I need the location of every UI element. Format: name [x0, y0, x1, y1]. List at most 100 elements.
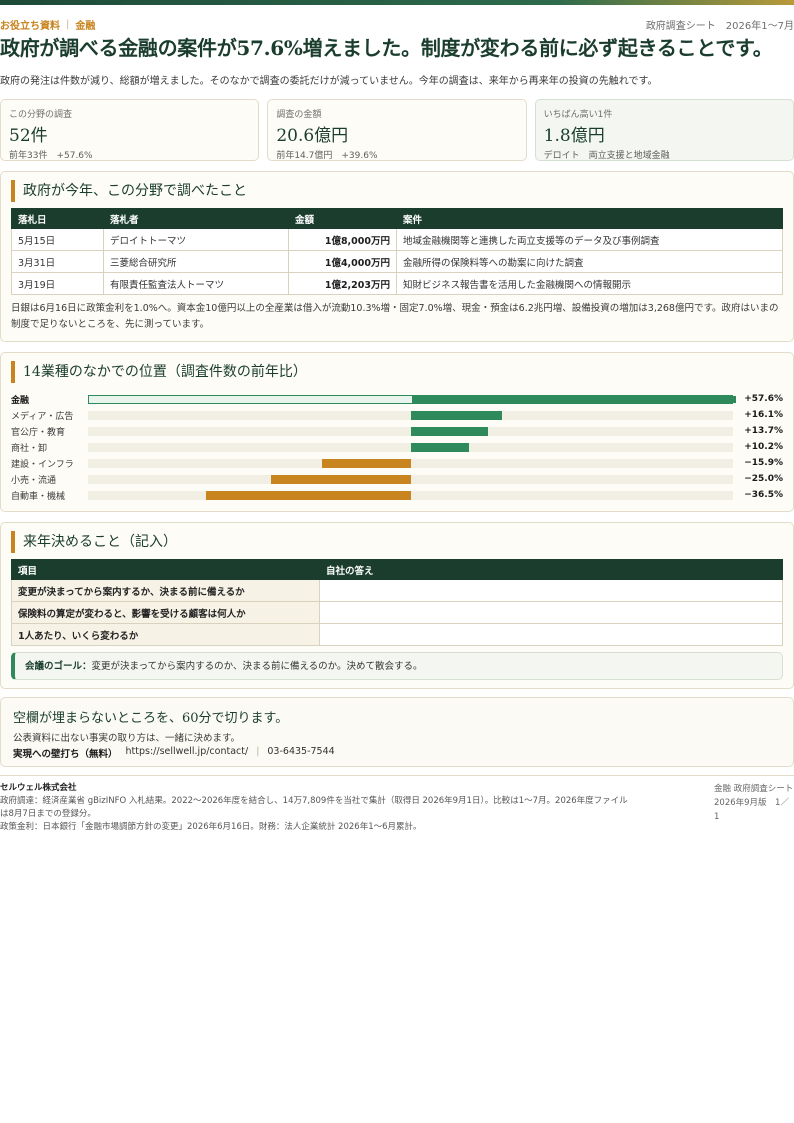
section-title: 来年決めること（記入）	[11, 531, 783, 553]
bar-category-label: 小売・流通	[11, 475, 57, 486]
bar-mark	[411, 426, 489, 436]
cell-project: 金融所得の保険料等への勘案に向けた調査	[396, 250, 783, 273]
footer-source-1: 政府調達：経済産業省 gBizINFO 入札結果。2022〜2026年度を結合し…	[0, 796, 628, 819]
survey-table: 落札日 落札者 金額 案件 5月15日 デロイトトーマツ 1億8,000万円 地…	[11, 208, 783, 295]
footer-sources: セルウェル株式会社 政府調達：経済産業省 gBizINFO 入札結果。2022〜…	[0, 782, 630, 834]
stat-card-amount: 調査の金額 20.6億円 前年14.7億円 +39.6%	[267, 99, 527, 161]
bar-row: 建設・インフラ −15.9%	[11, 455, 783, 471]
cta-headline: 空欄が埋まらないところを、60分で切ります。	[13, 711, 289, 726]
bar-row: 小売・流通 −25.0%	[11, 471, 783, 487]
cell-date: 5月15日	[11, 228, 104, 251]
cta-text: 公表資料に出ない事実の取り方は、一緒に決めます。	[13, 733, 241, 744]
bar-track	[87, 426, 734, 436]
column-header: 落札日	[11, 208, 104, 229]
ranking-section: 14業種のなかでの位置（調査件数の前年比） 金融 +57.6% メディア・広告 +16…	[0, 352, 794, 512]
page-header: お役立ち資料 | 金融 政府調査シート 2026年1〜7月	[0, 5, 794, 33]
table-row: 3月31日 三菱総合研究所 1億4,000万円 金融所得の保険料等への勘案に向け…	[11, 250, 783, 273]
bar-row: メディア・広告 +16.1%	[11, 407, 783, 423]
bar-value-label: +57.6%	[744, 394, 783, 404]
cell-date: 3月19日	[11, 272, 104, 295]
answer-field[interactable]	[319, 579, 783, 602]
tag-category: 金融	[75, 20, 96, 32]
meeting-goal: 会議のゴール：変更が決まってから案内するのか、決まる前に備えるのか。決めて散会す…	[11, 652, 783, 680]
bar-track	[87, 474, 734, 484]
survey-note: 日銀は6月16日に政策金利を1.0%へ。資本金10億円以上の全産業は借入が流動1…	[11, 303, 779, 330]
footer-meta: 金融 政府調査シート 2026年9月版 1／1	[714, 782, 794, 834]
column-header: 落札者	[103, 208, 289, 229]
chart-title: 14業種のなかでの位置（調査件数の前年比）	[11, 361, 783, 383]
table-row: 保険料の算定が変わると、影響を受ける顧客は何人か	[11, 601, 783, 624]
bar-track	[87, 410, 734, 420]
page-footer: セルウェル株式会社 政府調達：経済産業省 gBizINFO 入札結果。2022〜…	[0, 775, 794, 834]
contact-url-link[interactable]: https://sellwell.jp/contact/	[126, 746, 249, 760]
section-title: 政府が今年、この分野で調べたこと	[11, 180, 783, 202]
bar-mark	[411, 442, 469, 452]
column-header: 項目	[11, 559, 320, 580]
stat-value: 52件	[9, 126, 48, 146]
column-header: 金額	[288, 208, 397, 229]
stat-sub: 前年33件 +57.6%	[9, 151, 93, 161]
bar-category-label: 商社・卸	[11, 443, 48, 454]
cell-amount: 1億2,203万円	[288, 272, 397, 295]
bar-row: 商社・卸 +10.2%	[11, 439, 783, 455]
lead-text: 政府の発注は件数が減り、総額が増えました。そのなかで調査の委託だけが減っていませ…	[0, 76, 658, 87]
cell-project: 地域金融機関等と連携した両立支援等のデータ及び事例調査	[396, 228, 783, 251]
footer-company: セルウェル株式会社	[0, 783, 77, 793]
answer-field[interactable]	[319, 601, 783, 624]
footer-sheet-name: 金融 政府調査シート	[714, 784, 794, 794]
stat-sub: デロイト 両立支援と地域金融	[543, 151, 670, 161]
table-row: 1人あたり、いくら変わるか	[11, 623, 783, 646]
stat-card-count: この分野の調査 52件 前年33件 +57.6%	[0, 99, 260, 161]
contact-phone[interactable]: 03-6435-7544	[267, 746, 334, 760]
header-tags: お役立ち資料 | 金融	[0, 17, 95, 32]
stat-label: この分野の調査	[9, 110, 73, 120]
bar-track	[87, 394, 736, 404]
cta-box: 空欄が埋まらないところを、60分で切ります。 公表資料に出ない事実の取り方は、一…	[0, 697, 794, 767]
cell-date: 3月31日	[11, 250, 104, 273]
answer-field[interactable]	[319, 623, 783, 646]
contact-label: 実現への壁打ち（無料）	[13, 749, 118, 760]
table-row: 変更が決まってから案内するか、決まる前に備えるか	[11, 579, 783, 602]
stat-label: 調査の金額	[276, 110, 322, 120]
bar-value-label: +13.7%	[744, 426, 783, 436]
stats-row: この分野の調査 52件 前年33件 +57.6% 調査の金額 20.6億円 前年…	[0, 99, 794, 161]
contact-separator: |	[256, 746, 260, 757]
bar-track	[87, 442, 734, 452]
cell-amount: 1億4,000万円	[288, 250, 397, 273]
column-header: 案件	[396, 208, 783, 229]
bar-mark	[206, 490, 412, 500]
bar-row: 自動車・機械 −36.5%	[11, 487, 783, 503]
goal-label: 会議のゴール：	[25, 661, 92, 672]
bar-mark	[412, 395, 736, 403]
table-header-row: 項目 自社の答え	[11, 559, 783, 580]
bar-category-label: 自動車・機械	[11, 491, 66, 502]
decide-table: 項目 自社の答え 変更が決まってから案内するか、決まる前に備えるか 保険料の算定…	[11, 559, 783, 646]
decide-section: 来年決めること（記入） 項目 自社の答え 変更が決まってから案内するか、決まる前…	[0, 522, 794, 689]
stat-card-top: いちばん高い1件 1.8億円 デロイト 両立支援と地域金融	[534, 99, 794, 161]
goal-text: 変更が決まってから案内するのか、決まる前に備えるのか。決めて散会する。	[91, 661, 423, 672]
cta-contact: 実現への壁打ち（無料） https://sellwell.jp/contact/…	[13, 746, 781, 760]
bar-category-label: 金融	[11, 395, 30, 406]
cell-amount: 1億8,000万円	[288, 228, 397, 251]
bar-track	[87, 490, 734, 500]
bar-row: 官公庁・教育 +13.7%	[11, 423, 783, 439]
table-header-row: 落札日 落札者 金額 案件	[11, 208, 783, 229]
decide-item: 変更が決まってから案内するか、決まる前に備えるか	[11, 579, 320, 602]
bar-mark	[321, 458, 412, 468]
header-sheet-info: 政府調査シート 2026年1〜7月	[645, 20, 794, 32]
bar-value-label: +16.1%	[744, 410, 783, 420]
cell-project: 知財ビジネス報告書を活用した金融機関への情報開示	[396, 272, 783, 295]
bar-category-label: 官公庁・教育	[11, 427, 66, 438]
footer-source-2: 政策金利：日本銀行「金融市場調節方針の変更」2026年6月16日。財務：法人企業…	[0, 822, 422, 832]
column-header: 自社の答え	[319, 559, 783, 580]
bar-value-label: −15.9%	[744, 458, 783, 468]
stat-value: 20.6億円	[276, 126, 349, 146]
decide-item: 1人あたり、いくら変わるか	[11, 623, 320, 646]
bar-mark	[270, 474, 412, 484]
tag-separator: |	[66, 18, 70, 30]
bar-row: 金融 +57.6%	[11, 391, 783, 407]
bar-mark	[411, 410, 502, 420]
stat-sub: 前年14.7億円 +39.6%	[276, 151, 378, 161]
bar-track	[87, 458, 734, 468]
ranking-bar-chart: 金融 +57.6% メディア・広告 +16.1% 官公庁・教育 +13.7% 商社・卸 +10…	[11, 391, 783, 503]
